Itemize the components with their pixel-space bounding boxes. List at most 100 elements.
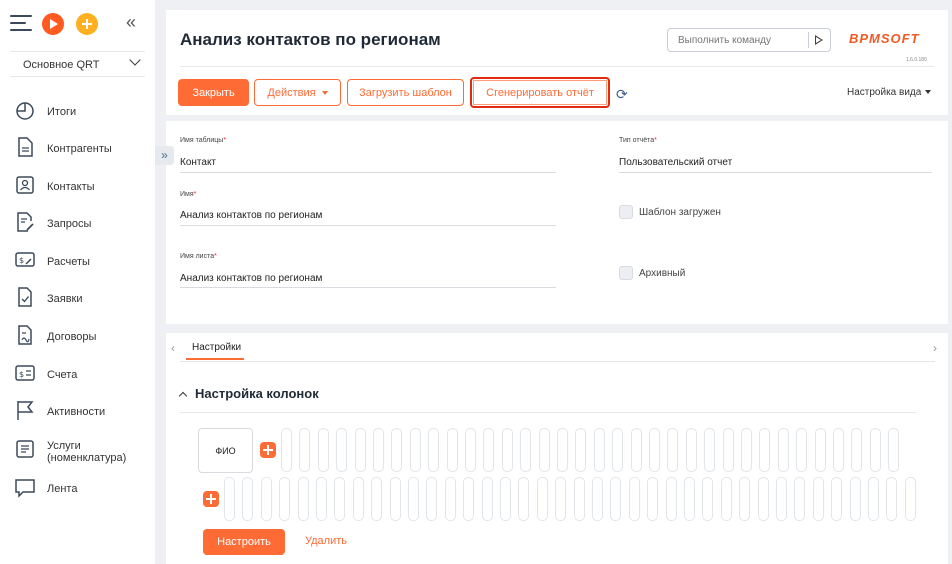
report-type-label: Тип отчёта* xyxy=(619,137,657,144)
tab-scroll-left-icon[interactable]: ‹ xyxy=(171,341,175,355)
header-divider xyxy=(180,66,934,67)
empty-column-slot xyxy=(575,428,587,472)
workspace-label: Основное QRT xyxy=(23,59,100,71)
empty-column-slot xyxy=(702,477,714,521)
workspace-select[interactable]: Основное QRT xyxy=(10,51,145,77)
add-icon[interactable] xyxy=(76,13,98,35)
configure-button[interactable]: Настроить xyxy=(203,529,285,555)
empty-column-slot xyxy=(869,428,881,472)
run-command-icon[interactable] xyxy=(815,35,823,45)
columns-section-header[interactable]: Настройка колонок xyxy=(178,386,319,401)
command-input[interactable] xyxy=(668,29,808,51)
empty-column-slot xyxy=(610,477,622,521)
sidebar-item-label: Расчеты xyxy=(47,256,90,268)
sidebar-item-settlements[interactable]: $ Расчеты xyxy=(14,249,149,279)
empty-column-slot xyxy=(720,477,732,521)
money-icon: $ xyxy=(15,252,35,267)
archived-checkbox[interactable] xyxy=(619,266,633,280)
checklist-icon xyxy=(18,287,32,307)
field-underline xyxy=(180,172,556,173)
empty-column-slot xyxy=(665,477,677,521)
version-label: 1.6.0.180 xyxy=(906,57,927,63)
field-underline xyxy=(180,225,556,226)
empty-column-slot xyxy=(628,477,640,521)
add-row-icon[interactable] xyxy=(203,491,219,507)
empty-column-slot xyxy=(389,477,401,521)
empty-column-slot xyxy=(868,477,879,521)
sidebar-item-contracts[interactable]: Договоры xyxy=(14,324,149,354)
empty-column-slot xyxy=(592,477,603,521)
sidebar-item-applications[interactable]: Заявки xyxy=(14,286,149,316)
empty-column-slot xyxy=(446,428,458,472)
name-field[interactable]: Анализ контактов по регионам xyxy=(180,210,322,221)
flag-icon xyxy=(17,401,34,420)
empty-column-slot xyxy=(573,477,585,521)
tab-active-indicator xyxy=(186,358,244,360)
empty-column-slot xyxy=(796,428,808,472)
actions-button[interactable]: Действия xyxy=(254,79,341,106)
field-underline xyxy=(619,172,932,173)
empty-column-slot xyxy=(667,428,679,472)
empty-column-slot xyxy=(649,428,660,472)
table-name-label: Имя таблицы* xyxy=(180,137,227,144)
sidebar-item-activities[interactable]: Активности xyxy=(14,399,149,429)
empty-column-slot xyxy=(352,477,364,521)
add-column-icon[interactable] xyxy=(260,442,276,458)
empty-column-slot xyxy=(373,428,384,472)
empty-column-slot xyxy=(722,428,734,472)
caret-down-icon xyxy=(321,90,328,95)
sidebar-item-label: Контрагенты xyxy=(47,143,112,155)
table-name-field[interactable]: Контакт xyxy=(180,157,216,168)
collapse-sidebar-icon[interactable]: « xyxy=(126,12,136,33)
empty-column-slot xyxy=(886,477,898,521)
template-loaded-label: Шаблон загружен xyxy=(639,207,721,218)
empty-column-slot xyxy=(538,428,550,472)
list-icon xyxy=(16,440,34,458)
sidebar-item-invoices[interactable]: $ Счета xyxy=(14,362,149,392)
empty-column-slot xyxy=(776,477,787,521)
empty-column-slot xyxy=(336,428,348,472)
empty-column-slot xyxy=(704,428,716,472)
tab-divider xyxy=(180,361,935,362)
empty-column-slot xyxy=(260,477,272,521)
delete-button[interactable]: Удалить xyxy=(305,535,347,547)
load-template-button[interactable]: Загрузить шаблон xyxy=(347,79,464,106)
empty-column-slot xyxy=(391,428,403,472)
play-icon[interactable] xyxy=(42,13,64,35)
empty-column-slot xyxy=(520,428,532,472)
generate-report-button[interactable]: Сгенерировать отчёт xyxy=(470,77,610,108)
invoice-icon: $ xyxy=(15,365,35,381)
empty-column-slot xyxy=(428,428,440,472)
section-divider xyxy=(180,412,916,413)
empty-column-slot xyxy=(759,428,771,472)
refresh-icon[interactable]: ⟳ xyxy=(616,86,628,103)
sidebar-item-contacts[interactable]: Контакты xyxy=(14,174,149,204)
template-loaded-checkbox[interactable] xyxy=(619,205,633,219)
view-settings-menu[interactable]: Настройка вида xyxy=(847,87,932,98)
command-divider xyxy=(808,32,809,48)
contact-card-icon xyxy=(16,176,34,194)
empty-column-slot xyxy=(408,477,419,521)
report-form: Имя таблицы* Контакт Тип отчёта* Пользов… xyxy=(166,121,948,324)
menu-icon[interactable] xyxy=(10,15,32,33)
sidebar-item-results[interactable]: Итоги xyxy=(14,99,149,129)
report-type-field[interactable]: Пользовательский отчет xyxy=(619,157,732,168)
chevron-up-icon xyxy=(178,391,188,401)
sheet-name-field[interactable]: Анализ контактов по регионам xyxy=(180,273,322,284)
tab-settings[interactable]: Настройки xyxy=(192,342,241,353)
chevron-down-icon xyxy=(129,54,141,66)
sheet-name-label: Имя листа* xyxy=(180,253,217,260)
sidebar-item-label: Активности xyxy=(47,406,106,418)
expand-panel-icon[interactable]: » xyxy=(155,146,174,165)
empty-column-slot xyxy=(612,428,624,472)
sidebar-top: « xyxy=(10,12,145,38)
sidebar-item-requests[interactable]: Запросы xyxy=(14,211,149,241)
sidebar-item-label: Счета xyxy=(47,369,78,381)
sidebar-item-label: Контакты xyxy=(47,181,95,193)
sidebar-item-accounts[interactable]: Контрагенты xyxy=(14,136,149,166)
sidebar-item-feed[interactable]: Лента xyxy=(14,476,149,506)
close-button[interactable]: Закрыть xyxy=(178,79,249,106)
sidebar-item-services[interactable]: Услуги (номенклатура) xyxy=(14,438,149,468)
column-card[interactable]: ФИО xyxy=(198,428,253,473)
tab-scroll-right-icon[interactable]: › xyxy=(933,341,937,355)
